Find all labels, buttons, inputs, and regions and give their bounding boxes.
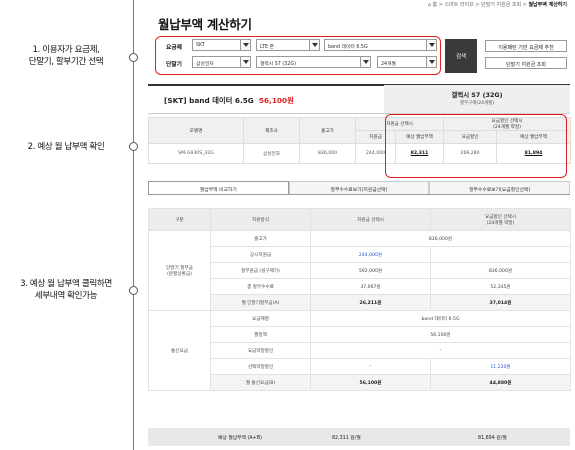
device-label: 단말기 — [166, 62, 182, 68]
monthly-payment-highlight — [385, 114, 567, 178]
tab-compare[interactable]: 월납부액 비교하기 — [148, 181, 289, 194]
chevron-down-icon — [240, 40, 250, 50]
tab-fee-subsidy[interactable]: 할부수수료보기(지원금선택) — [288, 181, 430, 194]
timeline-dot — [129, 286, 138, 295]
model-select[interactable]: 갤럭시 S7 (32G) — [256, 56, 371, 68]
total-subsidy: 82,311 원/월 — [332, 436, 361, 441]
breadcrumb-subsidy[interactable]: 단말기 지원금 조회 — [481, 2, 521, 8]
plan-name: [SKT] band 데이터 6.5G — [164, 96, 254, 105]
total-discount: 81,894 원/월 — [478, 436, 507, 441]
total-label: 예상 월납부액 (A+B) — [218, 436, 262, 441]
group-telecom: 통신요금 — [148, 310, 211, 391]
total-row: 예상 월납부액 (A+B) 82,311 원/월 81,894 원/월 — [148, 428, 570, 446]
col-price: 출고가 — [299, 117, 356, 144]
subsidy-lookup-button[interactable]: 단말기 지원금 조회 — [485, 57, 567, 69]
search-button[interactable]: 검색 — [445, 39, 477, 73]
col-model: 모델명 — [148, 117, 244, 144]
annotation-step-1: 1. 이용자가 요금제, 단말기, 할부기간 선택 — [28, 45, 104, 67]
tab-bar: 월납부액 비교하기 할부수수료보기(지원금선택) 할부수수료보기(요금할인선택) — [148, 181, 571, 195]
timeline-dot — [129, 53, 138, 62]
maker-select[interactable]: 삼성전자 — [192, 56, 251, 68]
chevron-down-icon — [360, 57, 370, 67]
annotation-step-3: 3. 예상 월 납부액 클릭하면 세부내역 확인가능 — [20, 279, 112, 301]
timeline-dot — [129, 142, 138, 151]
device-name: 갤럭시 S7 (32G) — [451, 91, 503, 99]
home-icon[interactable]: ⌂ — [428, 2, 431, 8]
installment-months: 할부구매(24개월) — [459, 101, 495, 106]
plan-price: 56,100원 — [258, 96, 294, 105]
chevron-down-icon — [240, 57, 250, 67]
chevron-down-icon — [426, 40, 436, 50]
carrier-select[interactable]: SKT — [192, 39, 251, 51]
plan-summary: [SKT] band 데이터 6.5G 56,100원 갤럭시 S7 (32G)… — [148, 84, 570, 114]
chevron-down-icon — [309, 40, 319, 50]
compare-table: 구분 지원방식 지원금 선택시 요금할인 선택시 (24개월 약정) 단말기 할부금 … — [148, 208, 571, 391]
network-select[interactable]: LTE 폰 — [256, 39, 320, 51]
breadcrumb-home[interactable]: 홈 — [433, 2, 438, 8]
recommend-plan-button[interactable]: 이용패턴 기반 요금제 추천 — [485, 40, 567, 52]
chevron-down-icon — [426, 57, 436, 67]
tab-fee-discount[interactable]: 할부수수료보기(요금할인선택) — [429, 181, 571, 194]
plan-select[interactable]: band 데이터 6.5G — [324, 39, 437, 51]
breadcrumb-smart-life[interactable]: 스마트 라이프 — [445, 2, 474, 8]
months-select[interactable]: 24개월 — [377, 56, 437, 68]
col-maker: 제조사 — [243, 117, 300, 144]
breadcrumb-current: 월납부액 계산하기 — [528, 2, 567, 8]
model-cell: SM-G930S_32G — [148, 143, 244, 164]
timeline-line — [133, 0, 134, 450]
page-title: 월납부액 계산하기 — [158, 17, 252, 32]
plan-label: 요금제 — [166, 45, 182, 51]
annotation-step-2: 2. 예상 월 납부액 확인 — [27, 142, 105, 152]
group-installment: 단말기 할부금 (분할상환금) — [148, 230, 211, 311]
breadcrumb: ⌂ 홈 > 스마트 라이프 > 단말기 지원금 조회 > 월납부액 계산하기 — [427, 2, 567, 8]
